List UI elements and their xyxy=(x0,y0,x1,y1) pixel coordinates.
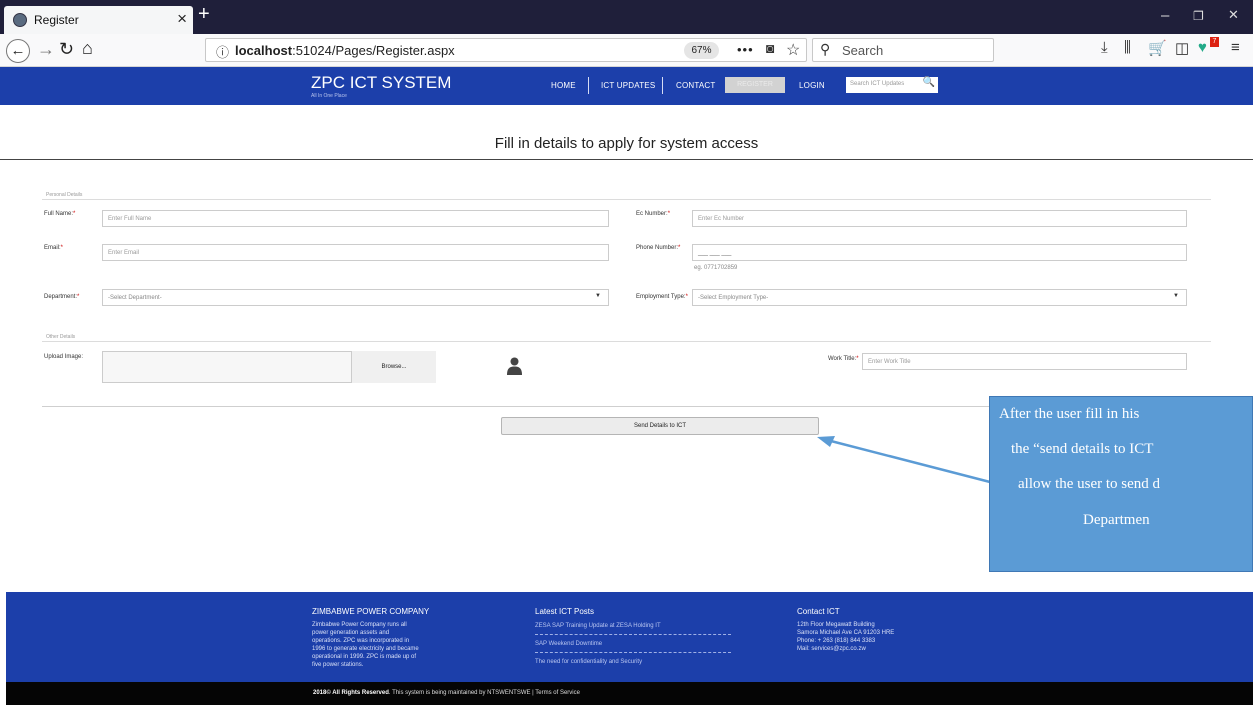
globe-icon xyxy=(13,13,27,27)
bookmark-star-icon[interactable]: ☆ xyxy=(786,40,800,60)
site-search-input[interactable]: Search ICT Updates 🔍 xyxy=(846,77,938,93)
window-close-button[interactable]: ✕ xyxy=(1228,7,1239,23)
ec-number-field[interactable]: Enter Ec Number xyxy=(692,210,1187,227)
chevron-down-icon: ▼ xyxy=(595,293,601,299)
nav-contact[interactable]: CONTACT xyxy=(676,81,715,90)
site-brand[interactable]: ZPC ICT SYSTEM xyxy=(311,73,451,93)
sidebar-icon[interactable]: ◫ xyxy=(1175,39,1189,57)
notification-badge: 7 xyxy=(1210,37,1219,47)
download-icon[interactable]: ⤓ xyxy=(1101,39,1108,56)
minimize-button[interactable]: – xyxy=(1161,7,1169,24)
section-divider xyxy=(42,341,1211,342)
footer-post-link[interactable]: The need for confidentiality and Securit… xyxy=(535,659,642,665)
pocket-icon[interactable]: ◙ xyxy=(766,40,774,56)
tab-close-button[interactable]: × xyxy=(177,9,187,29)
nav-separator xyxy=(662,77,663,94)
zoom-badge[interactable]: 67% xyxy=(684,42,719,59)
callout-line: After the user fill in his xyxy=(999,406,1140,422)
footer-contact-heading: Contact ICT xyxy=(797,607,840,616)
home-icon[interactable]: ⌂ xyxy=(82,38,93,59)
callout-arrow xyxy=(817,436,991,484)
footer-post-divider xyxy=(535,652,731,653)
site-tagline: All In One Place xyxy=(311,93,347,99)
page-title: Fill in details to apply for system acce… xyxy=(494,135,759,152)
cart-icon[interactable]: 🛒 xyxy=(1148,39,1167,57)
section-other-details: Other Details xyxy=(46,334,76,340)
menu-icon[interactable]: ≡ xyxy=(1231,39,1240,56)
tab-title: Register xyxy=(34,13,79,27)
site-search-placeholder: Search ICT Updates xyxy=(850,81,905,87)
upload-image-label: Upload Image: xyxy=(44,354,84,360)
browser-tab[interactable]: Register × xyxy=(4,6,193,34)
address-bar[interactable]: ⓘ localhost:51024/Pages/Register.aspx 67… xyxy=(205,38,807,62)
section-personal-details: Personal Details xyxy=(46,192,83,198)
copyright-bar xyxy=(6,682,1253,705)
nav-login[interactable]: LOGIN xyxy=(799,81,825,90)
full-name-label: Full Name:* xyxy=(44,211,76,217)
info-icon: ⓘ xyxy=(216,45,230,60)
browser-search-field[interactable]: ⚲ Search xyxy=(812,38,994,62)
work-title-label: Work Title:* xyxy=(828,356,859,362)
work-title-field[interactable]: Enter Work Title xyxy=(862,353,1187,370)
department-label: Department:* xyxy=(44,294,80,300)
annotation-callout: After the user fill in his the “send det… xyxy=(989,396,1253,572)
phone-hint: eg. 0771702859 xyxy=(694,265,738,271)
maximize-button[interactable]: ❐ xyxy=(1193,9,1204,23)
footer-company-text: Zimbabwe Power Company runs all power ge… xyxy=(312,622,419,668)
footer-post-link[interactable]: SAP Weekend Downtime xyxy=(535,641,602,647)
phone-number-label: Phone Number:* xyxy=(636,245,681,251)
forward-arrow-icon[interactable]: → xyxy=(37,39,55,60)
send-details-button[interactable]: Send Details to ICT xyxy=(501,417,819,435)
site-footer xyxy=(6,592,1253,682)
employment-type-select[interactable]: -Select Employment Type- ▼ xyxy=(692,289,1187,306)
footer-post-divider xyxy=(535,634,731,635)
page-actions-icon[interactable]: ••• xyxy=(737,42,754,57)
callout-line: Departmen xyxy=(1083,512,1150,528)
search-icon[interactable]: 🔍 xyxy=(923,77,935,88)
email-label: Email:* xyxy=(44,245,64,251)
browser-search-placeholder: Search xyxy=(842,43,884,58)
nav-home[interactable]: HOME xyxy=(551,81,576,90)
footer-contact-text: 12th Floor Megawatt Building Samora Mich… xyxy=(797,622,895,652)
divider xyxy=(0,159,1253,160)
reload-icon[interactable]: ↻ xyxy=(59,39,74,60)
copyright-text: 2018© All Rights Reserved. This system i… xyxy=(313,690,580,696)
ec-number-label: Ec Number:* xyxy=(636,211,671,217)
nav-ict-updates[interactable]: ICT UPDATES xyxy=(601,81,655,90)
extension-icon[interactable]: ♥ xyxy=(1198,39,1207,56)
browse-button[interactable]: Browse... xyxy=(351,351,436,383)
email-field[interactable]: Enter Email xyxy=(102,244,609,261)
section-divider xyxy=(42,199,1211,200)
nav-separator xyxy=(588,77,589,94)
footer-post-link[interactable]: ZESA SAP Training Update at ZESA Holding… xyxy=(535,623,661,629)
callout-line: allow the user to send d xyxy=(1018,476,1161,492)
search-icon: ⚲ xyxy=(820,41,831,57)
back-arrow-icon[interactable]: ← xyxy=(6,39,30,63)
full-name-field[interactable]: Enter Full Name xyxy=(102,210,609,227)
chevron-down-icon: ▼ xyxy=(1173,293,1179,299)
user-avatar-icon xyxy=(507,357,522,380)
footer-posts-heading: Latest ICT Posts xyxy=(535,607,594,616)
library-icon[interactable]: ⫼ xyxy=(1124,39,1131,56)
url-text: localhost:51024/Pages/Register.aspx xyxy=(235,43,455,58)
new-tab-button[interactable]: + xyxy=(198,3,210,26)
department-select[interactable]: -Select Department- ▼ xyxy=(102,289,609,306)
phone-number-field[interactable]: ___ ___ ___ xyxy=(692,244,1187,261)
employment-type-label: Employment Type:* xyxy=(636,294,688,300)
footer-company-heading: ZIMBABWE POWER COMPANY xyxy=(312,607,430,616)
nav-register[interactable]: REGISTER xyxy=(725,77,785,93)
callout-line: the “send details to ICT xyxy=(1011,441,1154,457)
